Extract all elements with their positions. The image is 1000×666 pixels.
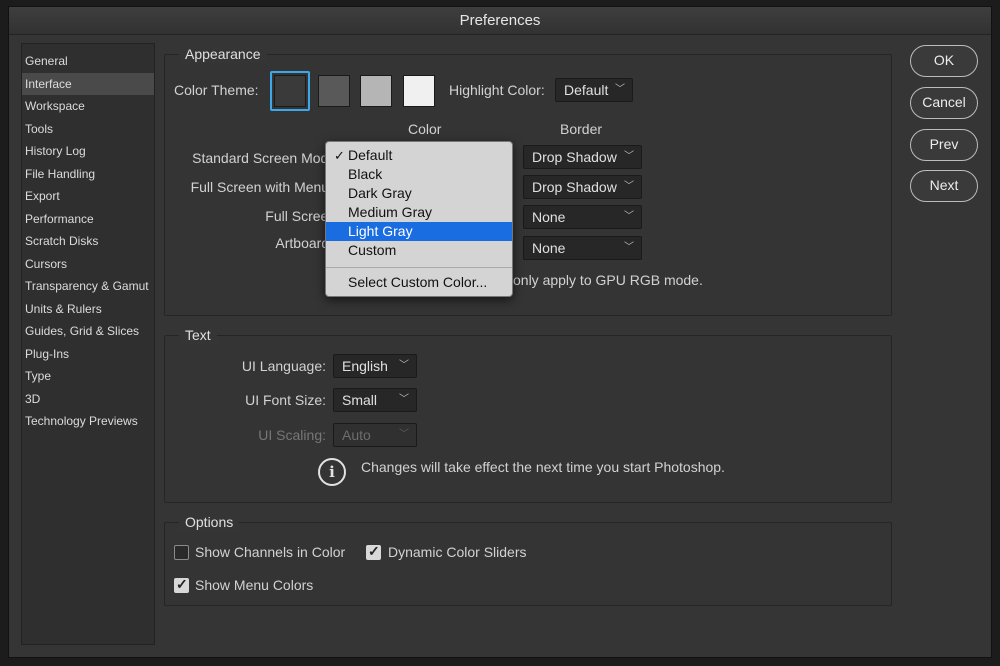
theme-swatch-darkest[interactable] <box>274 75 306 107</box>
sidebar: General Interface Workspace Tools Histor… <box>21 43 155 645</box>
menu-item-select-custom-color[interactable]: Select Custom Color... <box>326 273 512 292</box>
menu-item-dark-gray[interactable]: Dark Gray <box>326 184 512 203</box>
color-theme-label: Color Theme: <box>174 82 259 98</box>
standard-screen-border-value: Drop Shadow <box>532 149 617 165</box>
full-screen-label: Full Screen: <box>265 208 340 224</box>
sidebar-item-3d[interactable]: 3D <box>22 388 154 411</box>
sidebar-item-scratch-disks[interactable]: Scratch Disks <box>22 230 154 253</box>
appearance-title: Appearance <box>179 45 267 63</box>
sidebar-item-performance[interactable]: Performance <box>22 208 154 231</box>
chevron-down-icon: ﹀ <box>615 84 625 95</box>
full-screen-menus-border-select[interactable]: Drop Shadow ﹀ <box>523 175 642 199</box>
highlight-color-label: Highlight Color: <box>449 82 545 98</box>
full-screen-border-value: None <box>532 209 566 225</box>
show-channels-label: Show Channels in Color <box>195 544 346 560</box>
standard-screen-mode-label: Standard Screen Mode: <box>192 150 340 166</box>
sidebar-item-cursors[interactable]: Cursors <box>22 253 154 276</box>
ui-font-size-select[interactable]: Small ﹀ <box>333 388 417 412</box>
sidebar-item-file-handling[interactable]: File Handling <box>22 163 154 186</box>
highlight-color-value: Default <box>564 82 609 98</box>
options-title: Options <box>179 513 240 531</box>
sidebar-item-general[interactable]: General <box>22 50 154 73</box>
ok-button[interactable]: OK <box>910 45 978 77</box>
show-menu-colors-label: Show Menu Colors <box>195 577 314 593</box>
chevron-down-icon: ﹀ <box>624 242 634 253</box>
menu-item-light-gray[interactable]: Light Gray <box>326 222 512 241</box>
sidebar-item-workspace[interactable]: Workspace <box>22 95 154 118</box>
sidebar-item-transparency-gamut[interactable]: Transparency & Gamut <box>22 275 154 298</box>
menu-separator <box>326 267 512 268</box>
ui-font-size-label: UI Font Size: <box>245 392 326 408</box>
highlight-color-select[interactable]: Default ﹀ <box>555 78 633 102</box>
sidebar-item-guides-grid-slices[interactable]: Guides, Grid & Slices <box>22 320 154 343</box>
info-icon: i <box>318 458 346 486</box>
chevron-down-icon: ﹀ <box>624 151 634 162</box>
sidebar-item-history-log[interactable]: History Log <box>22 140 154 163</box>
column-border-header: Border <box>560 121 603 137</box>
dialog-title: Preferences <box>9 7 991 35</box>
next-button[interactable]: Next <box>910 170 978 202</box>
menu-item-black[interactable]: Black <box>326 165 512 184</box>
ui-scaling-label: UI Scaling: <box>258 427 326 443</box>
theme-swatch-dark[interactable] <box>318 75 350 107</box>
sidebar-item-tools[interactable]: Tools <box>22 118 154 141</box>
options-group: Options <box>164 513 892 606</box>
full-screen-border-select[interactable]: None ﹀ <box>523 205 642 229</box>
menu-item-custom[interactable]: Custom <box>326 241 512 260</box>
chevron-down-icon: ﹀ <box>399 394 409 405</box>
menu-item-default-label: Default <box>348 147 393 163</box>
artboards-border-select[interactable]: None ﹀ <box>523 236 642 260</box>
artboards-label: Artboards: <box>275 235 340 251</box>
gpu-note: only apply to GPU RGB mode. <box>513 272 703 288</box>
show-menu-colors-checkbox[interactable] <box>174 576 189 593</box>
chevron-down-icon: ﹀ <box>399 360 409 371</box>
menu-item-default[interactable]: ✓ Default <box>326 146 512 165</box>
chevron-down-icon: ﹀ <box>624 211 634 222</box>
theme-swatch-light[interactable] <box>403 75 435 107</box>
text-title: Text <box>179 326 217 344</box>
cancel-button[interactable]: Cancel <box>910 87 978 119</box>
dynamic-sliders-checkbox[interactable] <box>366 543 381 560</box>
sidebar-item-units-rulers[interactable]: Units & Rulers <box>22 298 154 321</box>
column-color-header: Color <box>408 121 442 137</box>
restart-notice: Changes will take effect the next time y… <box>361 459 725 475</box>
ui-scaling-value: Auto <box>342 427 371 443</box>
menu-item-medium-gray[interactable]: Medium Gray <box>326 203 512 222</box>
artboards-border-value: None <box>532 240 566 256</box>
sidebar-item-interface[interactable]: Interface <box>22 72 154 95</box>
theme-swatch-medium[interactable] <box>360 75 392 107</box>
chevron-down-icon: ﹀ <box>624 181 634 192</box>
dynamic-sliders-label: Dynamic Color Sliders <box>388 544 527 560</box>
chevron-down-icon: ﹀ <box>399 429 409 440</box>
ui-font-size-value: Small <box>342 392 378 408</box>
ui-language-value: English <box>342 358 388 374</box>
show-channels-checkbox[interactable] <box>174 545 189 560</box>
full-screen-menus-border-value: Drop Shadow <box>532 179 617 195</box>
prev-button[interactable]: Prev <box>910 129 978 161</box>
sidebar-item-plug-ins[interactable]: Plug-Ins <box>22 343 154 366</box>
checkmark-icon: ✓ <box>334 148 345 163</box>
sidebar-item-technology-previews[interactable]: Technology Previews <box>22 410 154 433</box>
sidebar-item-export[interactable]: Export <box>22 185 154 208</box>
sidebar-item-type[interactable]: Type <box>22 365 154 388</box>
color-dropdown-menu: ✓ Default Black Dark Gray Medium Gray Li… <box>325 141 513 297</box>
standard-screen-border-select[interactable]: Drop Shadow ﹀ <box>523 145 642 169</box>
full-screen-menus-label: Full Screen with Menus: <box>190 179 340 195</box>
ui-language-label: UI Language: <box>241 358 326 374</box>
ui-scaling-select: Auto ﹀ <box>333 423 417 447</box>
ui-language-select[interactable]: English ﹀ <box>333 354 417 378</box>
